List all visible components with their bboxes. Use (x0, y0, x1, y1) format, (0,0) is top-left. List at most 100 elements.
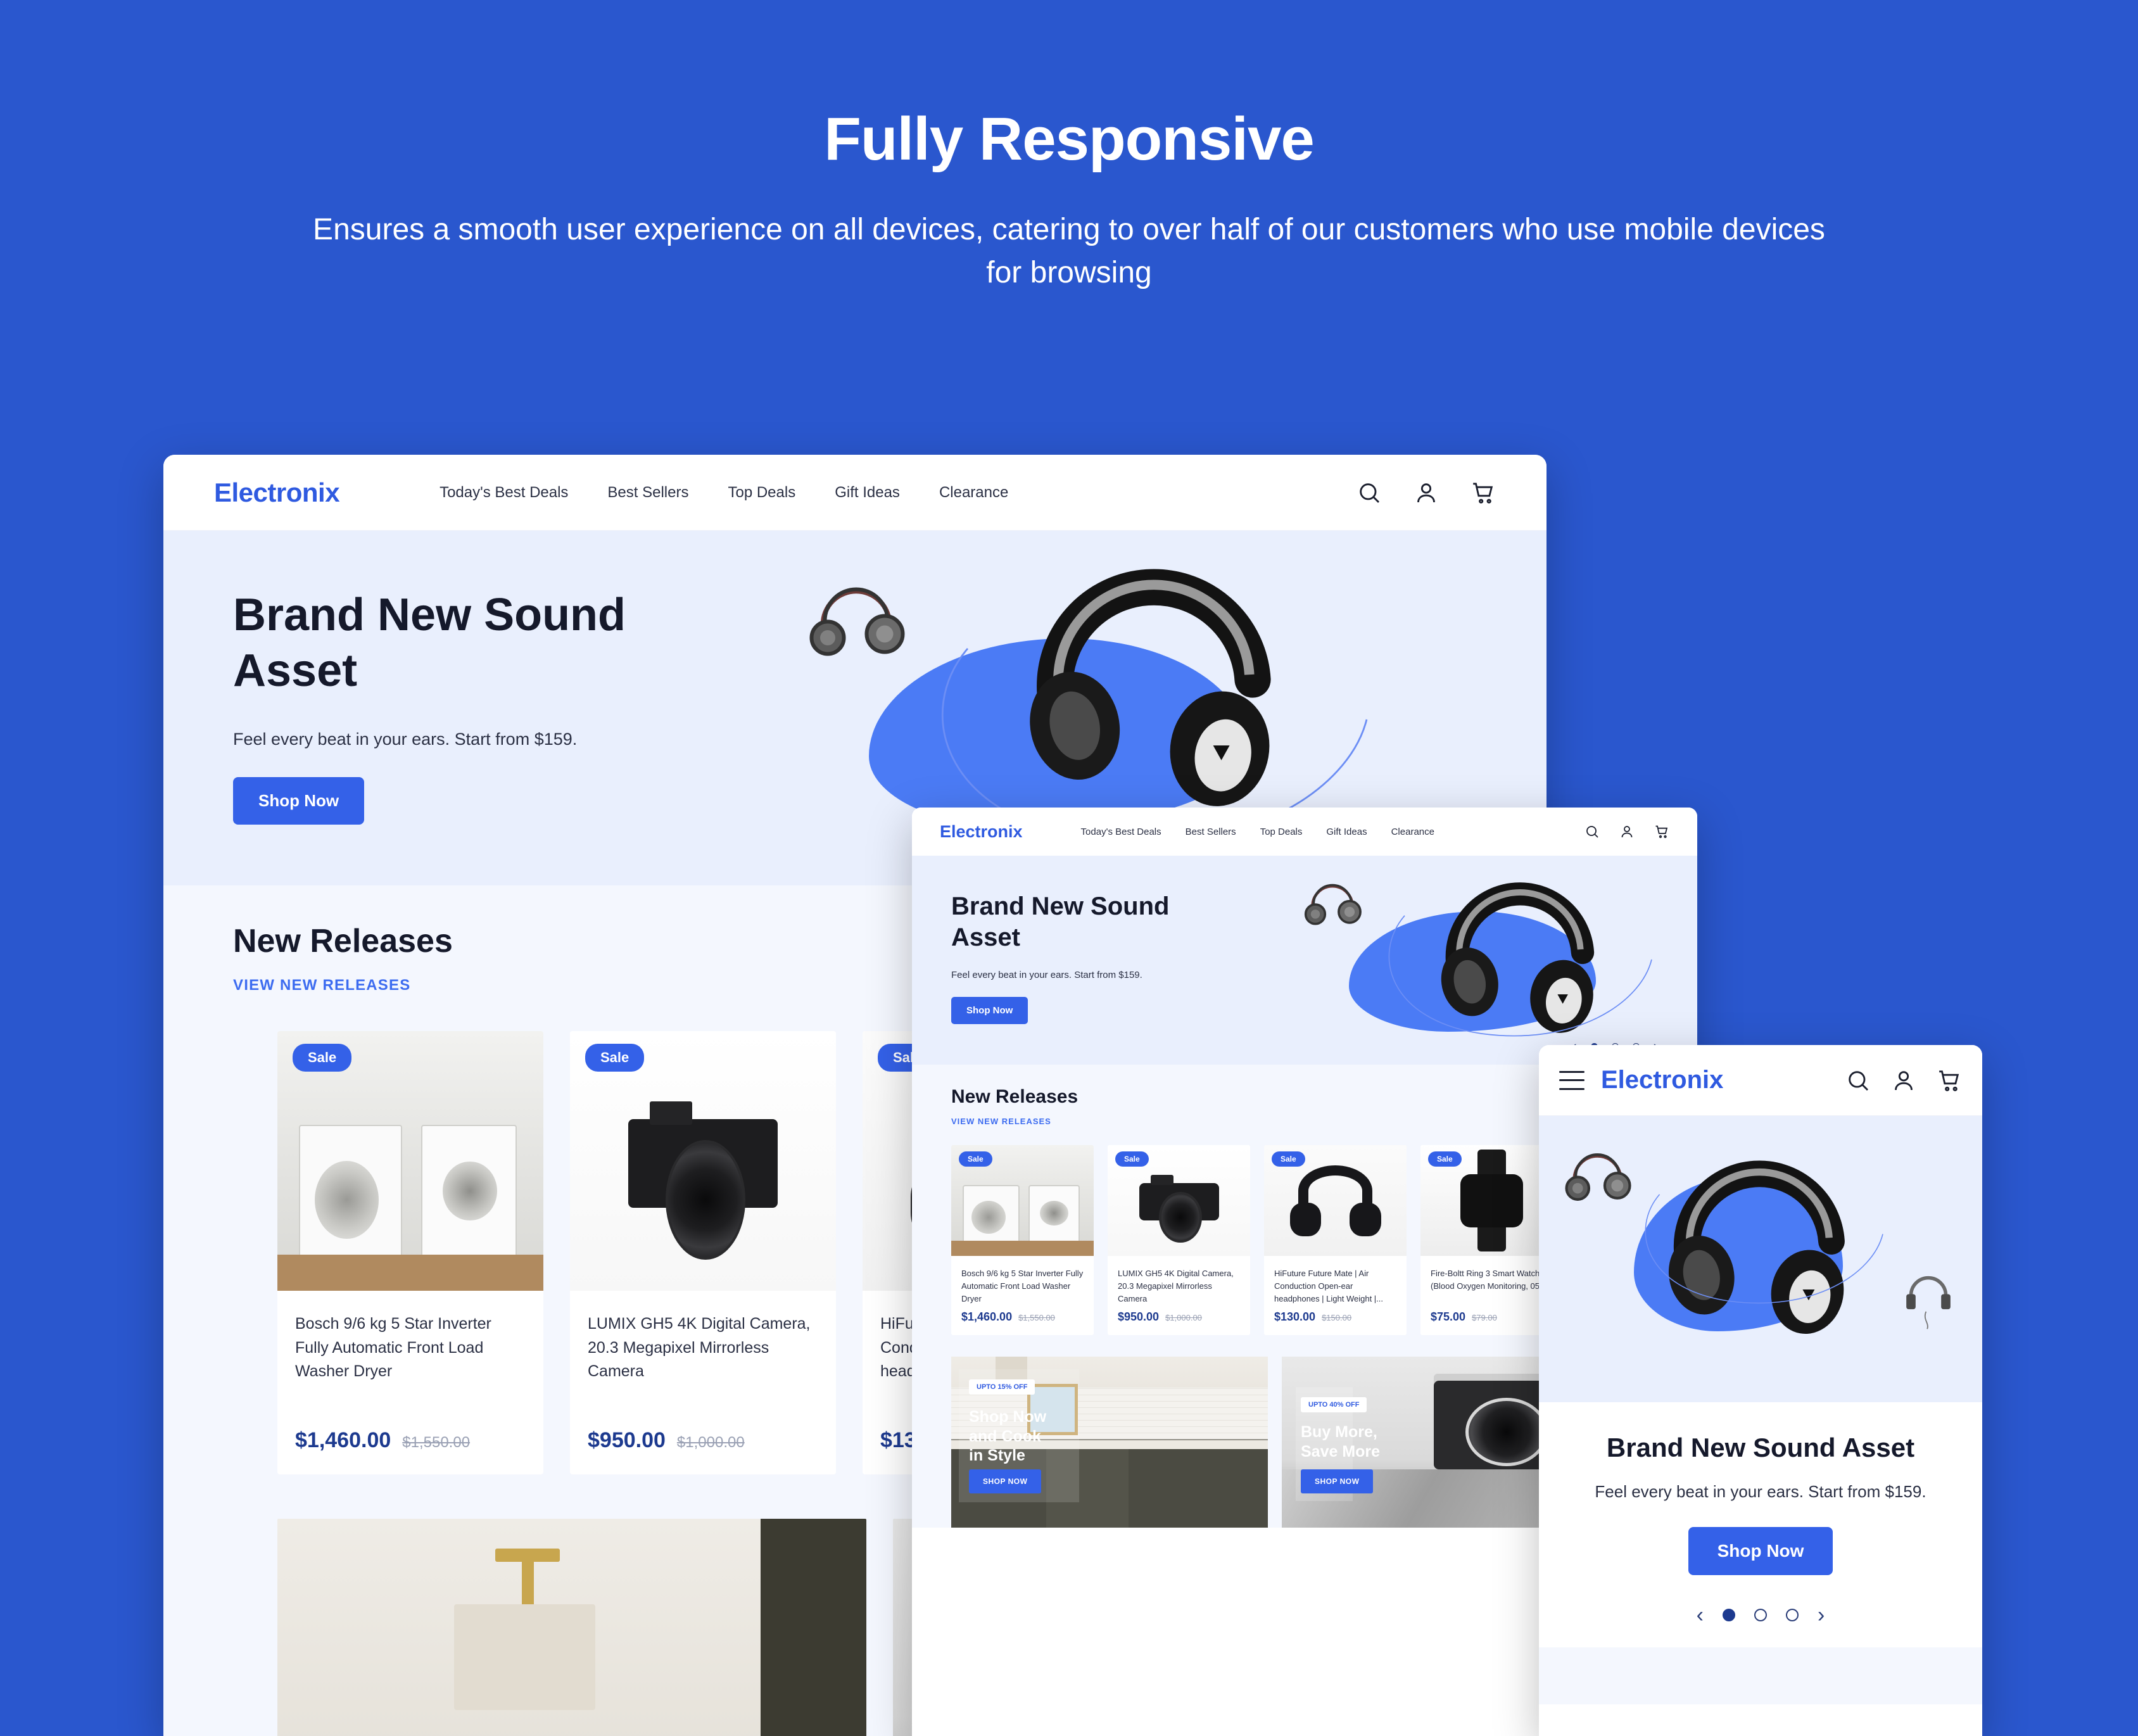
cart-icon[interactable] (1937, 1068, 1962, 1093)
header-actions (1845, 1068, 1962, 1093)
logo[interactable]: Electronix (1601, 1066, 1723, 1094)
product-title: LUMIX GH5 4K Digital Camera, 20.3 Megapi… (588, 1315, 811, 1380)
carousel-prev-button[interactable]: ‹ (1697, 1604, 1704, 1626)
tablet-header: Electronix Today's Best Deals Best Selle… (912, 808, 1697, 856)
shop-now-button[interactable]: Shop Now (951, 996, 1028, 1024)
carousel-dot-2[interactable] (1754, 1609, 1767, 1621)
sale-badge: Sale (959, 1151, 992, 1167)
header-actions (1585, 824, 1669, 839)
hero-title-line2: Asset (233, 645, 358, 696)
banner-discount-badge: UPTO 40% OFF (1301, 1397, 1367, 1412)
wire-decoration (1388, 915, 1652, 1037)
price-row: $950.00 $1,000.00 (588, 1428, 818, 1453)
banner-heading-line1: Buy More, (1301, 1423, 1377, 1441)
banner-heading: Buy More, Save More (1301, 1422, 1380, 1461)
hero-title-line1: Brand New Sound (951, 892, 1170, 920)
price-row: $1,460.00 $1,550.00 (295, 1428, 526, 1453)
account-icon[interactable] (1891, 1068, 1916, 1093)
product-image: Sale (1264, 1145, 1407, 1256)
carousel-dot-1[interactable] (1723, 1609, 1735, 1621)
shop-now-button[interactable]: Shop Now (233, 776, 365, 825)
carousel-dot-3[interactable] (1786, 1609, 1799, 1621)
cart-icon[interactable] (1471, 480, 1496, 505)
product-old-price: $1,550.00 (402, 1434, 471, 1451)
search-icon[interactable] (1357, 480, 1382, 505)
price-row: $130.00 $150.00 (1274, 1310, 1396, 1324)
hero-subtitle: Feel every beat in your ears. Start from… (1595, 1482, 1926, 1501)
nav-item-gift-ideas[interactable]: Gift Ideas (1326, 827, 1367, 837)
product-image: Sale (570, 1031, 836, 1291)
product-price: $1,460.00 (295, 1428, 391, 1452)
mobile-hero-artwork (1539, 1116, 1982, 1402)
hero-title: Brand New Sound Asset (1606, 1433, 1915, 1462)
logo[interactable]: Electronix (940, 822, 1023, 842)
main-nav: Today's Best Deals Best Sellers Top Deal… (1081, 827, 1434, 837)
sale-badge: Sale (1428, 1151, 1462, 1167)
mobile-hero-copy: Brand New Sound Asset Feel every beat in… (1539, 1402, 1982, 1647)
search-icon[interactable] (1585, 824, 1600, 839)
product-title: Bosch 9/6 kg 5 Star Inverter Fully Autom… (961, 1269, 1084, 1304)
cart-icon[interactable] (1654, 824, 1669, 839)
mobile-footer-strip (1539, 1647, 1982, 1704)
wire-decoration (1645, 1194, 1883, 1304)
logo[interactable]: Electronix (214, 478, 340, 508)
nav-item-gift-ideas[interactable]: Gift Ideas (835, 484, 900, 502)
carousel-next-button[interactable]: › (1818, 1604, 1825, 1626)
product-card[interactable]: Sale LUMIX GH5 4K Digital Camera, 20.3 M… (570, 1031, 836, 1474)
nav-item-best-sellers[interactable]: Best Sellers (607, 484, 688, 502)
hero-title-line1: Brand New Sound (233, 590, 626, 640)
hero-title-line2: Asset (951, 923, 1020, 951)
hamburger-icon[interactable] (1559, 1070, 1585, 1090)
sale-badge: Sale (1115, 1151, 1149, 1167)
mobile-preview: Electronix Brand New Sound Asset Feel ev… (1539, 1045, 1982, 1736)
product-title: Bosch 9/6 kg 5 Star Inverter Fully Autom… (295, 1315, 491, 1380)
sale-badge: Sale (293, 1044, 352, 1072)
banner-shop-now-button[interactable]: SHOP NOW (1301, 1469, 1374, 1493)
promo-banner[interactable]: UPTO 15% OFF Shop Now and Cook in Style … (951, 1357, 1268, 1528)
product-card[interactable]: Sale Bosch 9/6 kg 5 Star Inverter Fully … (277, 1031, 543, 1474)
hero-title: Brand New Sound Asset (951, 891, 1224, 953)
account-icon[interactable] (1619, 824, 1635, 839)
tablet-hero: Brand New Sound Asset Feel every beat in… (912, 856, 1697, 1065)
price-row: $75.00 $79.00 (1431, 1310, 1553, 1324)
product-price: $75.00 (1431, 1310, 1466, 1323)
product-image: Sale (277, 1031, 543, 1291)
product-card[interactable]: Sale HiFuture Future Mate | Air Conducti… (1264, 1145, 1407, 1335)
product-card[interactable]: Sale LUMIX GH5 4K Digital Camera, 20.3 M… (1108, 1145, 1250, 1335)
product-price: $950.00 (1118, 1310, 1160, 1323)
banner-overlay: UPTO 15% OFF Shop Now and Cook in Style … (951, 1357, 1268, 1528)
price-row: $950.00 $1,000.00 (1118, 1310, 1240, 1324)
nav-item-todays-best-deals[interactable]: Today's Best Deals (440, 484, 568, 502)
product-old-price: $1,000.00 (1165, 1313, 1202, 1322)
product-image: Sale (1108, 1145, 1250, 1256)
banner-shop-now-button[interactable]: SHOP NOW (969, 1469, 1042, 1493)
nav-item-todays-best-deals[interactable]: Today's Best Deals (1081, 827, 1161, 837)
product-price: $130.00 (1274, 1310, 1316, 1323)
hero-artwork (1279, 856, 1697, 1065)
shop-now-button[interactable]: Shop Now (1688, 1527, 1833, 1575)
sale-badge: Sale (585, 1044, 645, 1072)
main-nav: Today's Best Deals Best Sellers Top Deal… (440, 484, 1008, 502)
nav-item-best-sellers[interactable]: Best Sellers (1186, 827, 1236, 837)
page-header: Fully Responsive Ensures a smooth user e… (0, 107, 2138, 295)
page-subtitle: Ensures a smooth user experience on all … (313, 212, 1825, 289)
nav-item-top-deals[interactable]: Top Deals (728, 484, 795, 502)
nav-item-clearance[interactable]: Clearance (939, 484, 1008, 502)
product-title: HiFuture Future Mate | Air Conduction Op… (1274, 1269, 1384, 1304)
banner-heading-line3: in Style (969, 1447, 1025, 1464)
product-old-price: $1,550.00 (1018, 1313, 1055, 1322)
account-icon[interactable] (1414, 480, 1439, 505)
banner-heading-line2: Save More (1301, 1442, 1381, 1460)
mobile-header: Electronix (1539, 1045, 1982, 1116)
promo-banner[interactable] (277, 1519, 866, 1736)
product-title: LUMIX GH5 4K Digital Camera, 20.3 Megapi… (1118, 1269, 1234, 1304)
product-price: $950.00 (588, 1428, 666, 1452)
nav-item-top-deals[interactable]: Top Deals (1260, 827, 1303, 837)
search-icon[interactable] (1845, 1068, 1871, 1093)
nav-item-clearance[interactable]: Clearance (1391, 827, 1434, 837)
hero-carousel-nav: ‹ › (1564, 1604, 1957, 1647)
product-title: Fire-Boltt Ring 3 Smart Watch (Blood Oxy… (1431, 1269, 1547, 1291)
desktop-header: Electronix Today's Best Deals Best Selle… (163, 455, 1547, 531)
product-card[interactable]: Sale Bosch 9/6 kg 5 Star Inverter Fully … (951, 1145, 1094, 1335)
hero-title: Brand New Sound Asset (233, 588, 714, 699)
